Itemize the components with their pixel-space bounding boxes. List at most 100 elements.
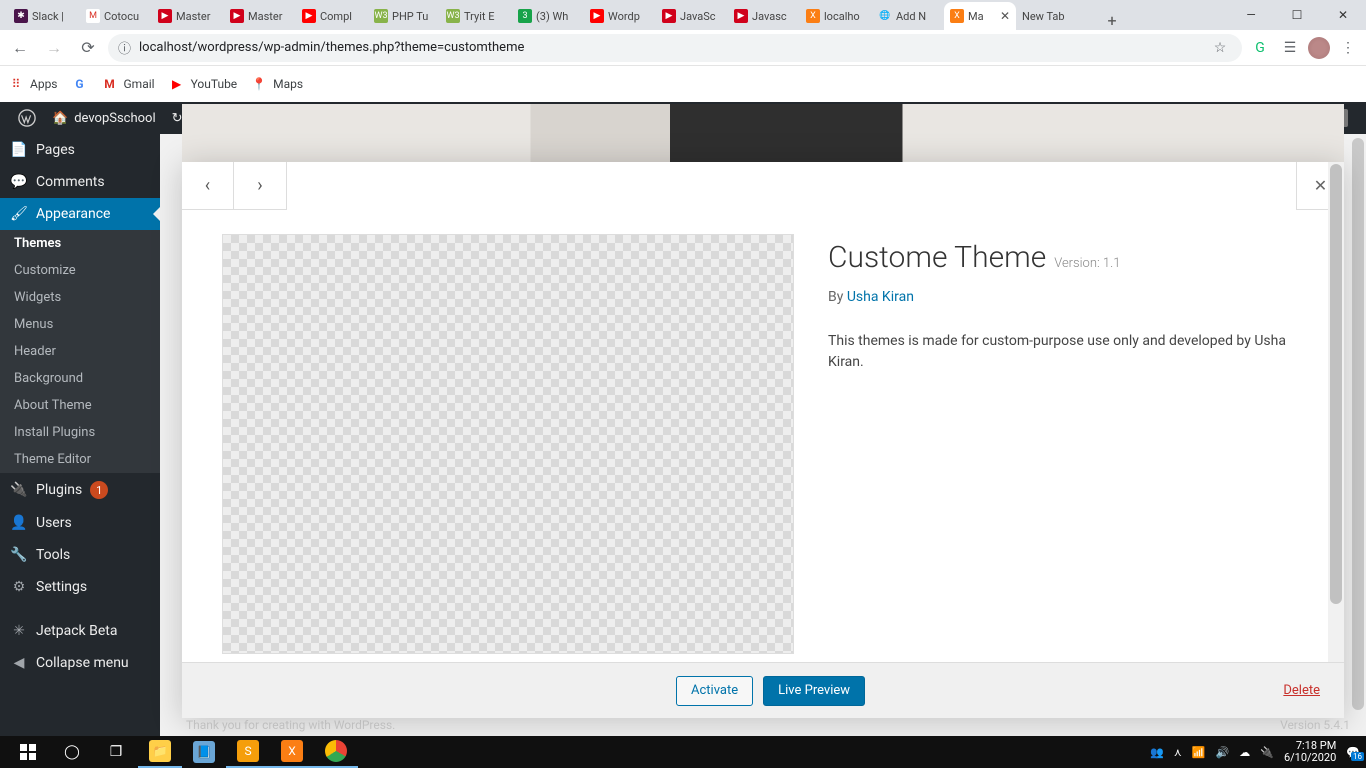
submenu-item-theme-editor[interactable]: Theme Editor (0, 446, 160, 473)
plugins-icon: 🔌 (10, 482, 28, 498)
wifi-icon[interactable]: 📶 (1192, 746, 1206, 759)
browser-tab[interactable]: ▶ Master (152, 2, 224, 30)
cortana-button[interactable]: ◯ (50, 736, 94, 768)
browser-tab[interactable]: New Tab (1016, 2, 1098, 30)
browser-tab[interactable]: MCotocu (80, 2, 152, 30)
gmail-icon: M (102, 76, 118, 92)
collapse-menu-button[interactable]: ◀Collapse menu (0, 647, 160, 679)
site-name-menu[interactable]: 🏠devopSschool (44, 102, 164, 134)
browser-tab[interactable]: ▶ Wordp (584, 2, 656, 30)
new-tab-button[interactable]: + (1098, 11, 1126, 30)
tab-favicon: ▶ (590, 9, 604, 23)
live-preview-button[interactable]: Live Preview (763, 676, 865, 706)
maps-icon: 📍 (251, 76, 267, 92)
action-center-button[interactable]: 💬16 (1346, 746, 1360, 759)
browser-tab[interactable]: W3Tryit E (440, 2, 512, 30)
youtube-icon: ▶ (169, 76, 185, 92)
theme-author-link[interactable]: Usha Kiran (847, 289, 914, 305)
browser-tab[interactable]: ▶Compl (296, 2, 368, 30)
tab-title: Master (176, 10, 210, 23)
submenu-item-widgets[interactable]: Widgets (0, 284, 160, 311)
taskbar-app-explorer[interactable]: 📁 (138, 736, 182, 768)
browser-tab[interactable]: W3PHP Tu (368, 2, 440, 30)
sidebar-item-plugins[interactable]: 🔌Plugins 1 (0, 473, 160, 507)
wp-logo-menu[interactable] (10, 102, 44, 134)
sidebar-item-appearance[interactable]: 🖌Appearance (0, 198, 160, 230)
sidebar-item-users[interactable]: 👤Users (0, 507, 160, 539)
sidebar-item-settings[interactable]: ⚙Settings (0, 571, 160, 603)
submenu-item-about-theme[interactable]: About Theme (0, 392, 160, 419)
volume-icon[interactable]: 🔊 (1216, 746, 1230, 759)
address-bar[interactable]: ⓘ localhost/wordpress/wp-admin/themes.ph… (108, 34, 1242, 62)
tab-close-button[interactable]: ✕ (1000, 9, 1010, 23)
tab-favicon: 🌐 (878, 9, 892, 23)
window-maximize-button[interactable]: ☐ (1274, 0, 1320, 30)
submenu-item-header[interactable]: Header (0, 338, 160, 365)
clock-date: 6/10/2020 (1284, 752, 1336, 764)
sidebar-item-comments[interactable]: 💬Comments (0, 166, 160, 198)
pages-icon: 📄 (10, 142, 28, 158)
bookmark-google[interactable]: G (72, 76, 88, 92)
reload-button[interactable]: ⟳ (74, 34, 102, 62)
site-info-icon[interactable]: ⓘ (118, 38, 131, 57)
submenu-item-background[interactable]: Background (0, 365, 160, 392)
background-theme-preview (182, 104, 1344, 164)
submenu-item-themes[interactable]: Themes (0, 230, 160, 257)
browser-tab[interactable]: 🌐Add N (872, 2, 944, 30)
taskbar-app-sublime[interactable]: S (226, 736, 270, 768)
activate-button[interactable]: Activate (676, 676, 753, 706)
browser-tab[interactable]: ▶Master (224, 2, 296, 30)
forward-button[interactable]: → (40, 34, 68, 62)
taskbar-clock[interactable]: 7:18 PM 6/10/2020 (1284, 740, 1336, 764)
reading-list-icon[interactable]: ☰ (1278, 36, 1302, 60)
bookmark-apps[interactable]: ⠿Apps (8, 76, 58, 92)
start-button[interactable] (6, 736, 50, 768)
scrollbar-thumb[interactable] (1330, 164, 1342, 604)
browser-tab[interactable]: ✱Slack | (8, 2, 80, 30)
bookmark-youtube[interactable]: ▶YouTube (169, 76, 238, 92)
menu-label: Theme Editor (14, 452, 91, 467)
taskbar-app-xampp[interactable]: X (270, 736, 314, 768)
theme-details-modal: ‹ › ✕ Custome ThemeVersion: 1.1 By Usha … (182, 162, 1344, 718)
submenu-item-customize[interactable]: Customize (0, 257, 160, 284)
sidebar-item-jetpack[interactable]: ✳Jetpack Beta (0, 615, 160, 647)
sidebar-item-tools[interactable]: 🔧Tools (0, 539, 160, 571)
menu-label: Background (14, 371, 83, 386)
site-name: devopSschool (74, 111, 155, 126)
submenu-item-menus[interactable]: Menus (0, 311, 160, 338)
next-theme-button[interactable]: › (234, 162, 286, 209)
bookmark-gmail[interactable]: MGmail (102, 76, 155, 92)
sidebar-item-pages[interactable]: 📄Pages (0, 134, 160, 166)
extension-grammarly-icon[interactable]: G (1248, 36, 1272, 60)
profile-avatar[interactable] (1308, 37, 1330, 59)
scrollbar-thumb[interactable] (1352, 138, 1364, 710)
theme-screenshot (222, 234, 794, 654)
onedrive-icon[interactable]: ☁ (1239, 746, 1250, 759)
menu-label: Jetpack Beta (36, 623, 117, 639)
submenu-item-install-plugins[interactable]: Install Plugins (0, 419, 160, 446)
modal-scrollbar[interactable] (1328, 162, 1344, 662)
previous-theme-button[interactable]: ‹ (182, 162, 234, 209)
page-scrollbar[interactable] (1350, 134, 1366, 736)
task-view-button[interactable]: ❐ (94, 736, 138, 768)
browser-tab-active[interactable]: XMa✕ (944, 2, 1016, 30)
browser-tab[interactable]: ▶Javasc (728, 2, 800, 30)
people-icon[interactable]: 👥 (1150, 746, 1164, 759)
window-minimize-button[interactable]: — (1228, 0, 1274, 30)
browser-tab[interactable]: Xlocalho (800, 2, 872, 30)
bookmark-star-icon[interactable]: ☆ (1208, 36, 1232, 60)
tray-chevron-icon[interactable]: ⋏ (1174, 746, 1182, 759)
window-close-button[interactable]: ✕ (1320, 0, 1366, 30)
taskbar-app-notepad[interactable]: 📘 (182, 736, 226, 768)
bookmark-maps[interactable]: 📍Maps (251, 76, 303, 92)
tab-favicon: ▶ (158, 9, 172, 23)
back-button[interactable]: ← (6, 34, 34, 62)
bookmark-label: Apps (30, 77, 58, 91)
browser-tab[interactable]: ▶JavaSc (656, 2, 728, 30)
delete-theme-link[interactable]: Delete (1283, 683, 1320, 698)
chrome-menu-button[interactable]: ⋮ (1336, 36, 1360, 60)
power-icon[interactable]: 🔌 (1260, 746, 1274, 759)
tab-title: Wordp (608, 10, 640, 23)
taskbar-app-chrome[interactable] (314, 736, 358, 768)
browser-tab[interactable]: 3(3) Wh (512, 2, 584, 30)
